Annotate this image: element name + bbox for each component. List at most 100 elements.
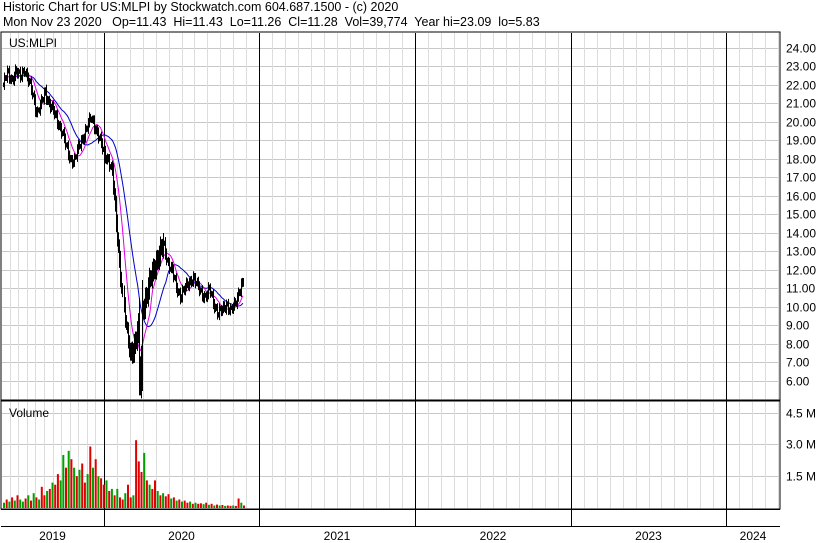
year-label: 2019 [39,529,66,543]
volume-bar [94,459,97,508]
volume-bar [178,499,181,508]
volume-bar [54,484,57,508]
volume-bar [159,495,162,508]
volume-bar [145,480,148,508]
volume-bar [121,499,124,508]
volume-bar [108,491,111,508]
price-tick-label: 6.00 [786,375,810,389]
volume-bar [237,498,240,508]
price-tick-label: 17.00 [786,171,816,185]
volume-bar [51,482,54,508]
volume-bar [194,502,197,508]
volume-bar [113,495,116,508]
volume-bar [210,503,213,508]
volume-bar [221,505,224,508]
year-label: 2022 [480,529,507,543]
volume-bar [224,505,227,508]
volume-bar [59,480,62,508]
volume-bar [86,474,89,508]
price-tick-label: 13.00 [786,245,816,259]
volume-bar [243,505,245,508]
volume-bars [3,440,245,508]
volume-bar [132,495,135,508]
volume-bar [116,488,119,508]
price-tick-label: 15.00 [786,208,816,222]
volume-bar [100,478,103,508]
volume-bar [35,497,38,508]
volume-bar [164,496,167,508]
volume-bar [207,504,210,508]
volume-bar [199,503,202,508]
volume-bar [11,497,14,508]
volume-bar [218,505,221,508]
volume-bar [143,452,146,508]
volume-bar [172,497,175,508]
volume-bar [48,488,51,508]
volume-bar [186,502,189,508]
volume-bar [213,505,216,508]
volume-bar [105,480,108,508]
volume-bar [3,502,5,508]
volume-bar [119,497,121,508]
volume-bar [46,491,49,508]
volume-bar [148,484,151,508]
volume-bar [189,501,192,508]
year-label: 2021 [324,529,351,543]
volume-bar [234,505,237,508]
volume-bar [78,469,81,508]
volume-bar [162,493,165,508]
stock-chart: US:MLPI Volume 24.00 23.00 22.00 21.00 20.00… [0,31,816,543]
volume-bar [151,488,154,508]
volume-bar [156,491,159,508]
volume-bar [8,501,11,508]
volume-bar [197,503,200,508]
volume-tick-label: 4.5 M [786,407,816,421]
volume-bar [110,488,113,508]
volume-bar [5,499,8,508]
year-label: 2023 [635,529,662,543]
price-tick-label: 22.00 [786,79,816,93]
volume-bar [232,505,235,508]
volume-bar [65,467,67,508]
volume-bar [43,495,46,508]
volume-bar [140,472,143,508]
volume-bar [135,440,138,508]
volume-bar [191,503,194,508]
price-tick-label: 10.00 [786,301,816,315]
volume-bar [175,500,178,508]
volume-bar [27,495,30,508]
price-tick-label: 14.00 [786,227,816,241]
price-tick-label: 23.00 [786,60,816,74]
volume-bar [89,446,92,508]
volume-bar [127,484,129,508]
volume-bar [216,504,218,508]
price-tick-label: 8.00 [786,338,810,352]
price-tick-label: 12.00 [786,264,816,278]
volume-bar [81,463,84,508]
volume-bar [183,500,186,508]
volume-tick-label: 1.5 M [786,470,816,484]
volume-bar [167,494,170,508]
volume-bar [137,461,140,508]
volume-bar [32,493,35,508]
volume-bar [62,455,65,508]
volume-bar [83,482,86,508]
volume-bar [240,502,243,508]
volume-bar [202,504,205,508]
volume-panel-title: Volume [9,406,49,420]
price-tick-label: 20.00 [786,116,816,130]
grid-lines [2,33,779,526]
price-tick-label: 11.00 [786,282,815,296]
volume-bar [181,501,183,508]
price-tick-label: 24.00 [786,42,816,56]
volume-bar [229,505,232,508]
volume-bar [92,467,94,508]
price-tick-label: 18.00 [786,153,816,167]
volume-bar [124,493,127,508]
price-tick-label: 7.00 [786,356,810,370]
price-tick-label: 21.00 [786,97,816,111]
volume-bar [24,498,27,508]
volume-bar [73,467,76,508]
volume-bar [102,484,105,508]
volume-bar [75,476,78,508]
